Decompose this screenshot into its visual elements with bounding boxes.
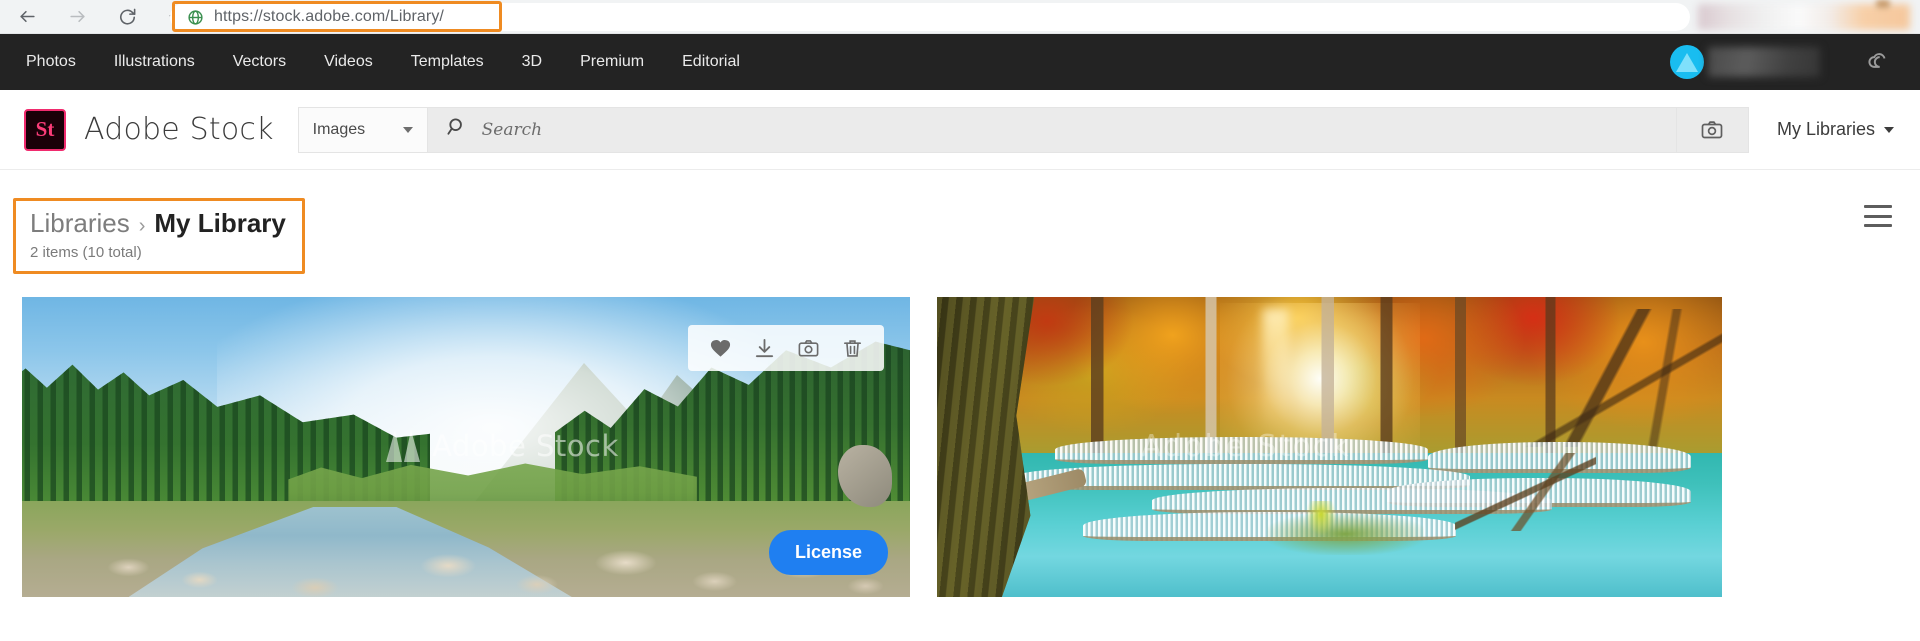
chevron-down-icon (1884, 126, 1894, 133)
nav-item-templates[interactable]: Templates (411, 53, 484, 71)
nav-item-illustrations[interactable]: Illustrations (114, 53, 195, 71)
nav-item-videos[interactable]: Videos (324, 53, 373, 71)
breadcrumb-separator: › (138, 215, 146, 237)
creative-cloud-icon[interactable] (1860, 45, 1894, 79)
breadcrumb: Libraries › My Library (30, 208, 302, 239)
forward-arrow-icon[interactable] (62, 2, 92, 32)
breadcrumb-current: My Library (154, 208, 286, 238)
back-arrow-icon[interactable] (12, 2, 42, 32)
adobe-stock-wordmark: Adobe Stock (84, 112, 274, 147)
breadcrumb-highlight-box: Libraries › My Library 2 items (10 total… (13, 198, 305, 274)
globe-icon (186, 8, 204, 26)
my-libraries-label: My Libraries (1776, 119, 1875, 139)
adobe-nav-items: Photos Illustrations Vectors Videos Temp… (26, 53, 740, 71)
hamburger-bar (1864, 205, 1892, 208)
nav-item-photos[interactable]: Photos (26, 53, 76, 71)
search-bar: Images Search (297, 106, 1749, 153)
hamburger-menu-icon[interactable] (1864, 205, 1892, 227)
nav-right-group (1670, 34, 1920, 90)
asset-card[interactable]: Adobe Stock License (22, 297, 910, 597)
asset-thumbnail-autumn-waterfall: Adobe Stock (937, 297, 1722, 597)
search-type-select[interactable]: Images (297, 106, 428, 153)
watermark-text: Adobe Stock (1141, 429, 1351, 464)
breadcrumb-root[interactable]: Libraries (30, 208, 130, 239)
asset-card[interactable]: Adobe Stock (937, 297, 1722, 597)
adobe-stock-logo-icon[interactable]: St (24, 108, 66, 151)
chevron-down-icon (402, 126, 413, 133)
visual-search-camera-icon[interactable] (1676, 106, 1749, 153)
adobe-stock-header: St Adobe Stock Images Search My Librarie… (0, 90, 1920, 170)
url-text: https://stock.adobe.com/Library/ (214, 8, 444, 25)
hamburger-bar (1864, 214, 1892, 218)
asset-grid: Adobe Stock License Adobe Stock (0, 297, 1920, 607)
address-bar[interactable]: https://stock.adobe.com/Library/ (170, 3, 1690, 31)
adobe-global-nav: Photos Illustrations Vectors Videos Temp… (0, 34, 1920, 90)
search-input[interactable]: Search (427, 106, 1677, 153)
license-button[interactable]: License (768, 530, 888, 575)
search-type-label: Images (312, 120, 366, 138)
nav-item-editorial[interactable]: Editorial (682, 53, 740, 71)
nav-item-3d[interactable]: 3D (522, 53, 542, 71)
my-libraries-menu[interactable]: My Libraries (1777, 119, 1894, 140)
search-icon (446, 116, 468, 143)
redacted-user-name (1708, 47, 1820, 77)
visual-search-button[interactable] (786, 326, 830, 370)
favorite-button[interactable] (698, 326, 742, 370)
reload-icon[interactable] (112, 2, 142, 32)
user-avatar[interactable] (1670, 45, 1704, 79)
item-count-label: 2 items (10 total) (30, 244, 142, 261)
redacted-browser-dot (1876, 0, 1890, 8)
nav-item-vectors[interactable]: Vectors (233, 53, 286, 71)
download-button[interactable] (742, 326, 786, 370)
search-placeholder: Search (481, 119, 543, 140)
hamburger-bar (1864, 224, 1892, 227)
delete-button[interactable] (830, 326, 874, 370)
nav-item-premium[interactable]: Premium (580, 53, 644, 71)
asset-hover-toolbar (688, 325, 884, 371)
